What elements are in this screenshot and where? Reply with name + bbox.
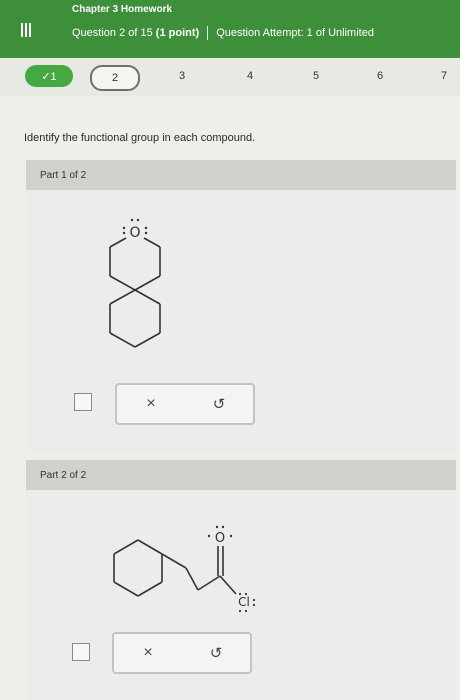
question-meta: Question 2 of 15 (1 point) Question Atte… (72, 26, 374, 40)
part-1-toolbar: × ↺ (115, 383, 255, 425)
question-6-button[interactable]: 6 (368, 65, 392, 87)
part-2-toolbar: × ↺ (112, 632, 252, 674)
undo-button[interactable]: ↺ (204, 641, 228, 665)
compound-1-structure: O (109, 218, 161, 348)
part-1-header: Part 1 of 2 (26, 160, 456, 190)
clear-button[interactable]: × (136, 641, 160, 665)
menu-icon[interactable] (10, 14, 42, 46)
chlorine-atom-label: Cl (238, 595, 250, 609)
oxygen-atom-label: O (215, 531, 225, 546)
part-2-answer-checkbox[interactable] (72, 643, 90, 661)
compound-2-structure: O Cl (113, 525, 256, 613)
question-navigation: ✓1 2 3 4 5 6 7 (0, 58, 460, 96)
part-1-answer-checkbox[interactable] (74, 393, 92, 411)
undo-icon: ↺ (212, 396, 226, 413)
question-3-button[interactable]: 3 (170, 65, 194, 87)
question-instruction: Identify the functional group in each co… (24, 132, 256, 144)
oxygen-atom-label: O (129, 225, 140, 241)
question-7-button[interactable]: 7 (432, 65, 456, 87)
question-5-button[interactable]: 5 (304, 65, 328, 87)
question-4-button[interactable]: 4 (238, 65, 262, 87)
question-position: Question 2 of 15 (72, 27, 153, 39)
divider (207, 26, 209, 40)
undo-button[interactable]: ↺ (207, 392, 231, 416)
clear-button[interactable]: × (139, 392, 163, 416)
question-1-button[interactable]: ✓1 (25, 65, 73, 87)
chapter-title: Chapter 3 Homework (72, 4, 173, 15)
part-1-panel: Part 1 of 2 O × ↺ (26, 160, 456, 452)
close-icon: × (143, 644, 153, 661)
part-2-panel: Part 2 of 2 O Cl × ↺ (26, 460, 456, 700)
close-icon: × (146, 395, 156, 412)
question-2-button[interactable]: 2 (90, 65, 140, 91)
part-2-header: Part 2 of 2 (26, 460, 456, 490)
undo-icon: ↺ (209, 645, 223, 662)
assignment-header: Chapter 3 Homework Question 2 of 15 (1 p… (0, 0, 460, 58)
question-points: (1 point) (155, 27, 200, 39)
attempt-info: Question Attempt: 1 of Unlimited (216, 27, 374, 39)
